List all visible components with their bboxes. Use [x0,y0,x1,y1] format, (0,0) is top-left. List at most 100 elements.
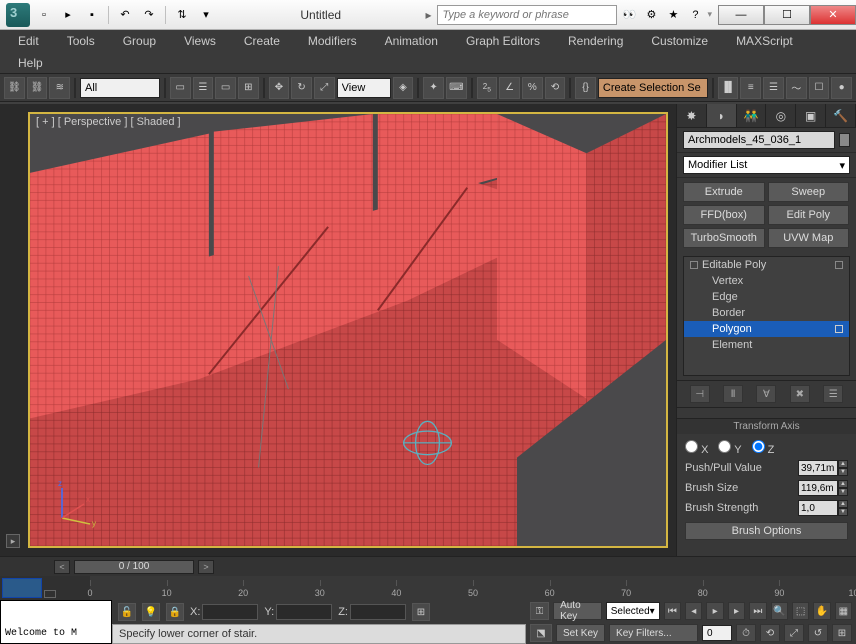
menu-rendering[interactable]: Rendering [554,31,637,51]
selection-filter-dropdown[interactable] [80,78,160,98]
manipulate-icon[interactable]: ✦ [423,77,444,99]
nav-walk-icon[interactable]: ▦ [835,602,852,620]
brush-size-input[interactable] [798,480,838,496]
app-icon[interactable] [6,3,30,27]
redo-icon[interactable]: ↷ [139,5,159,25]
nav-roll-icon[interactable]: ↺ [808,624,828,642]
modifier-btn-sweep[interactable]: Sweep [768,182,850,202]
minimize-button[interactable]: — [718,5,764,25]
autokey-button[interactable]: Auto Key [553,602,602,620]
spinner-up-icon[interactable]: ▲ [838,500,848,508]
key-icon[interactable]: ⚿ [530,602,549,620]
menu-help[interactable]: Help [4,53,57,73]
close-button[interactable]: ✕ [810,5,856,25]
open-file-icon[interactable]: ▸ [58,5,78,25]
menu-tools[interactable]: Tools [53,31,109,51]
menu-group[interactable]: Group [109,31,170,51]
select-move-icon[interactable]: ✥ [269,77,290,99]
nav-pan-icon[interactable]: ✋ [813,602,830,620]
coord-x-input[interactable] [202,604,258,620]
coord-mode-icon[interactable]: ⊞ [412,603,430,621]
next-frame-icon[interactable]: ▸ [728,602,745,620]
select-link-icon[interactable]: ⛓ [4,77,25,99]
motion-tab-icon[interactable]: ◎ [766,104,796,127]
select-by-name-icon[interactable]: ☰ [193,77,214,99]
trackbar-thumb[interactable] [2,578,42,598]
select-rotate-icon[interactable]: ↻ [291,77,312,99]
setkey-big-icon[interactable]: ⬔ [530,624,552,642]
menu-graph-editors[interactable]: Graph Editors [452,31,554,51]
modifier-btn-ffd[interactable]: FFD(box) [683,205,765,225]
favorites-icon[interactable]: ★ [663,5,683,25]
object-color-swatch[interactable] [839,133,850,147]
select-region-icon[interactable]: ▭ [215,77,236,99]
nav-dolly-icon[interactable]: ⤢ [784,624,804,642]
stack-element[interactable]: Element [684,337,849,353]
keyboard-shortcut-icon[interactable]: ⌨ [446,77,467,99]
spinner-up-icon[interactable]: ▲ [838,460,848,468]
ref-coord-dropdown[interactable] [337,78,391,98]
angle-snap-icon[interactable]: ∠ [499,77,520,99]
menu-animation[interactable]: Animation [371,31,452,51]
script-listener[interactable]: Welcome to M [0,600,112,644]
create-tab-icon[interactable]: ✸ [677,104,707,127]
modifier-stack[interactable]: Editable Poly Vertex Edge Border Polygon… [683,256,850,376]
hierarchy-tab-icon[interactable]: 👬 [737,104,767,127]
align-icon[interactable]: ≡ [740,77,761,99]
stack-polygon[interactable]: Polygon [684,321,849,337]
utilities-tab-icon[interactable]: 🔨 [826,104,856,127]
snap-toggle-icon[interactable]: 25 [477,77,498,99]
push-pull-input[interactable] [798,460,838,476]
display-tab-icon[interactable]: ▣ [796,104,826,127]
prev-frame-icon[interactable]: ◂ [685,602,702,620]
time-slider[interactable]: 0 / 100 [74,560,194,574]
show-end-result-icon[interactable]: Ⅱ [723,385,743,403]
window-crossing-icon[interactable]: ⊞ [238,77,259,99]
spinner-down-icon[interactable]: ▼ [838,488,848,496]
goto-end-icon[interactable]: ⏭ [749,602,766,620]
binoculars-icon[interactable]: 👀 [619,5,639,25]
time-config-icon[interactable]: ⏱ [736,624,756,642]
nav-orbit-icon[interactable]: ⟲ [760,624,780,642]
undo-icon[interactable]: ↶ [115,5,135,25]
curve-editor-icon[interactable]: 〜 [786,77,807,99]
layers-icon[interactable]: ☰ [763,77,784,99]
coord-y-input[interactable] [276,604,332,620]
select-object-icon[interactable]: ▭ [170,77,191,99]
menu-modifiers[interactable]: Modifiers [294,31,371,51]
unlink-icon[interactable]: ⛓ [27,77,48,99]
pin-stack-icon[interactable]: ⊣ [690,385,710,403]
axis-y-radio[interactable]: Y [718,440,741,456]
axis-z-radio[interactable]: Z [752,440,775,456]
save-file-icon[interactable]: ▪ [82,5,102,25]
configure-sets-icon[interactable]: ☰ [823,385,843,403]
help-dropdown-icon[interactable]: ▾ [707,9,712,20]
spinner-up-icon[interactable]: ▲ [838,480,848,488]
current-frame-input[interactable] [702,625,732,641]
mirror-icon[interactable]: ▐▌ [718,77,739,99]
keyfilters-button[interactable]: Key Filters... [609,624,698,642]
pivot-icon[interactable]: ◈ [393,77,414,99]
play-icon[interactable]: ▸ [706,602,723,620]
stack-edge[interactable]: Edge [684,289,849,305]
modifier-list-dropdown[interactable]: Modifier List▾ [683,156,850,174]
modifier-btn-turbosmooth[interactable]: TurboSmooth [683,228,765,248]
keymode-dropdown[interactable]: Selected▾ [606,602,660,620]
new-file-icon[interactable]: ▫ [34,5,54,25]
isolate-icon[interactable]: 💡 [142,603,160,621]
timeslider-prev-icon[interactable]: < [54,560,70,574]
menu-maxscript[interactable]: MAXScript [722,31,807,51]
modifier-btn-extrude[interactable]: Extrude [683,182,765,202]
goto-start-icon[interactable]: ⏮ [664,602,681,620]
timeslider-next-icon[interactable]: > [198,560,214,574]
nav-fov-icon[interactable]: ⬚ [792,602,809,620]
viewport-expand-icon[interactable]: ▸ [6,534,20,548]
coord-z-input[interactable] [350,604,406,620]
modifier-btn-editpoly[interactable]: Edit Poly [768,205,850,225]
qat-dropdown-icon[interactable]: ▾ [196,5,216,25]
maximize-button[interactable]: ☐ [764,5,810,25]
remove-modifier-icon[interactable]: ✖ [790,385,810,403]
rollout-title[interactable]: Transform Axis [677,418,856,434]
schematic-icon[interactable]: ☐ [809,77,830,99]
brush-strength-input[interactable] [798,500,838,516]
